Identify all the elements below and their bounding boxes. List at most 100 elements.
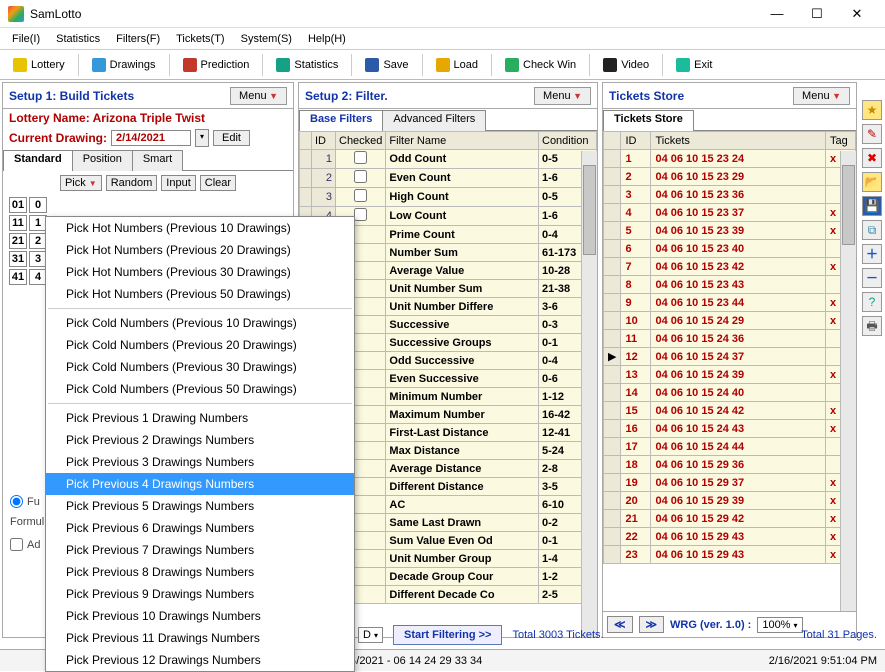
number-cell[interactable]: 21 bbox=[9, 233, 27, 249]
dropdown-item[interactable]: Pick Previous 2 Drawings Numbers bbox=[46, 429, 354, 451]
ticket-row-selector[interactable] bbox=[604, 258, 621, 276]
start-filtering-button[interactable]: Start Filtering >> bbox=[393, 625, 502, 645]
tab-tickets-store[interactable]: Tickets Store bbox=[603, 110, 694, 131]
tickets-menu-button[interactable]: Menu bbox=[793, 87, 850, 105]
tab-smart[interactable]: Smart bbox=[132, 150, 183, 171]
ticket-row[interactable]: 104 06 10 15 23 24x bbox=[604, 150, 856, 168]
dropdown-item[interactable]: Pick Hot Numbers (Previous 50 Drawings) bbox=[46, 283, 354, 305]
dropdown-item[interactable]: Pick Previous 8 Drawings Numbers bbox=[46, 561, 354, 583]
dropdown-item[interactable]: Pick Previous 1 Drawing Numbers bbox=[46, 407, 354, 429]
dropdown-item[interactable]: Pick Previous 3 Drawings Numbers bbox=[46, 451, 354, 473]
tickets-header[interactable]: Tag bbox=[826, 132, 856, 150]
tickets-table[interactable]: IDTicketsTag104 06 10 15 23 24x204 06 10… bbox=[603, 131, 856, 611]
ticket-row[interactable]: 1804 06 10 15 29 36 bbox=[604, 456, 856, 474]
ticket-row[interactable]: ▶1204 06 10 15 24 37 bbox=[604, 348, 856, 366]
toolbar-check-win[interactable]: Check Win bbox=[498, 55, 583, 75]
ticket-row-selector[interactable] bbox=[604, 168, 621, 186]
ticket-row-selector[interactable] bbox=[604, 294, 621, 312]
filter-checkbox[interactable] bbox=[354, 189, 367, 202]
ticket-row-selector[interactable]: ▶ bbox=[604, 348, 621, 366]
ticket-row-selector[interactable] bbox=[604, 546, 621, 564]
filter-checkbox[interactable] bbox=[354, 170, 367, 183]
ticket-row-selector[interactable] bbox=[604, 492, 621, 510]
row-selector[interactable] bbox=[300, 150, 312, 169]
add-icon[interactable]: ＋ bbox=[862, 244, 882, 264]
ticket-row-selector[interactable] bbox=[604, 150, 621, 168]
dropdown-item[interactable]: Pick Previous 12 Drawings Numbers bbox=[46, 649, 354, 671]
filter-checked-cell[interactable] bbox=[336, 150, 386, 169]
toolbar-exit[interactable]: Exit bbox=[669, 55, 719, 75]
ticket-row[interactable]: 1004 06 10 15 24 29x bbox=[604, 312, 856, 330]
tab-advanced-filters[interactable]: Advanced Filters bbox=[382, 110, 486, 131]
ticket-row[interactable]: 1604 06 10 15 24 43x bbox=[604, 420, 856, 438]
ticket-row[interactable]: 604 06 10 15 23 40 bbox=[604, 240, 856, 258]
filter-header[interactable]: ID bbox=[312, 132, 336, 150]
filter-checkbox[interactable] bbox=[354, 208, 367, 221]
filter-scrollbar[interactable] bbox=[581, 151, 597, 637]
ticket-row[interactable]: 504 06 10 15 23 39x bbox=[604, 222, 856, 240]
menu-systems[interactable]: System(S) bbox=[233, 31, 300, 47]
save-icon[interactable]: 💾 bbox=[862, 196, 882, 216]
copy-icon[interactable]: ⧉ bbox=[862, 220, 882, 240]
ticket-row[interactable]: 1504 06 10 15 24 42x bbox=[604, 402, 856, 420]
ticket-row[interactable]: 204 06 10 15 23 29 bbox=[604, 168, 856, 186]
input-button[interactable]: Input bbox=[161, 175, 195, 191]
ticket-row[interactable]: 2104 06 10 15 29 42x bbox=[604, 510, 856, 528]
menu-helph[interactable]: Help(H) bbox=[300, 31, 354, 47]
dropdown-item[interactable]: Pick Hot Numbers (Previous 10 Drawings) bbox=[46, 217, 354, 239]
ticket-row-selector[interactable] bbox=[604, 312, 621, 330]
dropdown-item[interactable]: Pick Cold Numbers (Previous 30 Drawings) bbox=[46, 356, 354, 378]
ticket-row-selector[interactable] bbox=[604, 438, 621, 456]
ticket-row-selector[interactable] bbox=[604, 186, 621, 204]
number-cell[interactable]: 11 bbox=[9, 215, 27, 231]
dropdown-item[interactable]: Pick Previous 9 Drawings Numbers bbox=[46, 583, 354, 605]
row-selector[interactable] bbox=[300, 169, 312, 188]
ticket-row-selector[interactable] bbox=[604, 330, 621, 348]
toolbar-lottery[interactable]: Lottery bbox=[6, 55, 72, 75]
star-icon[interactable]: ★ bbox=[862, 100, 882, 120]
ticket-row[interactable]: 2204 06 10 15 29 43x bbox=[604, 528, 856, 546]
ticket-row-selector[interactable] bbox=[604, 240, 621, 258]
ticket-row[interactable]: 1904 06 10 15 29 37x bbox=[604, 474, 856, 492]
toolbar-prediction[interactable]: Prediction bbox=[176, 55, 257, 75]
help-icon[interactable]: ? bbox=[862, 292, 882, 312]
wand-icon[interactable]: ✎ bbox=[862, 124, 882, 144]
ticket-row-selector[interactable] bbox=[604, 528, 621, 546]
toolbar-statistics[interactable]: Statistics bbox=[269, 55, 345, 75]
row-selector[interactable] bbox=[300, 188, 312, 207]
dropdown-item[interactable]: Pick Previous 11 Drawings Numbers bbox=[46, 627, 354, 649]
tab-standard[interactable]: Standard bbox=[3, 150, 73, 171]
dropdown-item[interactable]: Pick Cold Numbers (Previous 50 Drawings) bbox=[46, 378, 354, 400]
number-cell[interactable]: 01 bbox=[9, 197, 27, 213]
ticket-row[interactable]: 1404 06 10 15 24 40 bbox=[604, 384, 856, 402]
remove-icon[interactable]: － bbox=[862, 268, 882, 288]
tickets-header[interactable] bbox=[604, 132, 621, 150]
filter-header[interactable]: Filter Name bbox=[386, 132, 539, 150]
dropdown-item[interactable]: Pick Hot Numbers (Previous 30 Drawings) bbox=[46, 261, 354, 283]
menu-ticketst[interactable]: Tickets(T) bbox=[168, 31, 232, 47]
maximize-button[interactable]: ☐ bbox=[797, 2, 837, 26]
dropdown-item[interactable]: Pick Previous 6 Drawings Numbers bbox=[46, 517, 354, 539]
pick-button[interactable]: Pick ▼ bbox=[60, 175, 102, 191]
clear-button[interactable]: Clear bbox=[200, 175, 236, 191]
menu-filei[interactable]: File(I) bbox=[4, 31, 48, 47]
filter-checkbox[interactable] bbox=[354, 151, 367, 164]
menu-statistics[interactable]: Statistics bbox=[48, 31, 108, 47]
tickets-header[interactable]: ID bbox=[621, 132, 651, 150]
setup1-menu-button[interactable]: Menu bbox=[230, 87, 287, 105]
filter-checked-cell[interactable] bbox=[336, 188, 386, 207]
ticket-row-selector[interactable] bbox=[604, 456, 621, 474]
filter-row[interactable]: 3High Count0-5 bbox=[300, 188, 597, 207]
ticket-row-selector[interactable] bbox=[604, 510, 621, 528]
ticket-row-selector[interactable] bbox=[604, 222, 621, 240]
close-button[interactable]: ✕ bbox=[837, 2, 877, 26]
delete-icon[interactable]: ✖ bbox=[862, 148, 882, 168]
ticket-row-selector[interactable] bbox=[604, 420, 621, 438]
ticket-row-selector[interactable] bbox=[604, 366, 621, 384]
ticket-row[interactable]: 704 06 10 15 23 42x bbox=[604, 258, 856, 276]
tickets-header[interactable]: Tickets bbox=[651, 132, 826, 150]
number-cell[interactable]: 41 bbox=[9, 269, 27, 285]
ticket-row-selector[interactable] bbox=[604, 204, 621, 222]
tab-base-filters[interactable]: Base Filters bbox=[299, 110, 383, 131]
ticket-row-selector[interactable] bbox=[604, 474, 621, 492]
